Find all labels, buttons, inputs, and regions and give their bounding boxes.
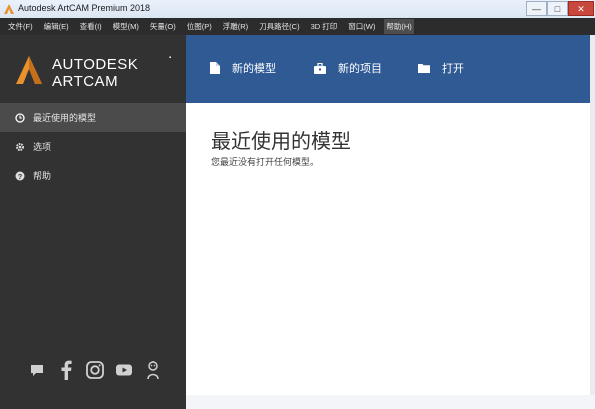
sidebar-item-label: 帮助 [33,171,52,181]
artcam-app-icon [4,4,14,14]
recent-models-panel: 最近使用的模型 您最近没有打开任何模型。 [186,103,595,409]
logo-text-artcam: ARTCAM [52,73,119,90]
open-label: 打开 [442,63,464,75]
svg-text:?: ? [18,174,22,181]
menu-bitmap[interactable]: 位图(P) [185,19,214,34]
forum-icon[interactable] [143,360,163,380]
window-right-border [590,35,595,409]
menu-3d-print[interactable]: 3D 打印 [309,19,340,34]
menu-edit[interactable]: 编辑(E) [42,19,71,34]
menu-toolpaths[interactable]: 刀具路径(C) [257,19,301,34]
new-file-icon [210,62,220,74]
open-button[interactable]: 打开 [418,60,464,76]
new-model-label: 新的模型 [232,63,276,75]
sidebar: AUTODESK ARTCAM ▪ 最近使用的模型 选项 ? 帮助 [0,35,186,409]
title-bar: Autodesk ArtCAM Premium 2018 — □ ✕ [0,0,595,19]
window-bottom-border [186,395,595,409]
briefcase-icon [314,62,326,74]
menu-help[interactable]: 帮助(H) [384,19,414,34]
new-project-button[interactable]: 新的项目 [314,60,382,76]
sidebar-item-label: 最近使用的模型 [33,113,97,123]
logo-trademark: ▪ [169,55,172,61]
clock-icon [15,112,25,123]
new-model-button[interactable]: 新的模型 [210,60,276,76]
new-project-label: 新的项目 [338,63,382,75]
menu-window[interactable]: 窗口(W) [346,19,377,34]
close-button[interactable]: ✕ [568,1,594,16]
social-links [27,360,172,380]
window-title: Autodesk ArtCAM Premium 2018 [18,3,151,13]
menu-file[interactable]: 文件(F) [6,19,35,34]
page-title: 最近使用的模型 [211,131,351,153]
autodesk-artcam-logo: AUTODESK ARTCAM ▪ [14,53,184,103]
menu-model[interactable]: 模型(M) [111,19,141,34]
facebook-icon[interactable] [56,360,76,380]
minimize-button[interactable]: — [526,1,547,16]
sidebar-item-help[interactable]: ? 帮助 [0,161,186,190]
maximize-button[interactable]: □ [547,1,568,16]
start-header-bar: 新的模型 新的项目 打开 [186,35,595,103]
menu-vector[interactable]: 矢量(O) [148,19,178,34]
app-window: Autodesk ArtCAM Premium 2018 — □ ✕ 文件(F)… [0,0,595,409]
logo-text-autodesk: AUTODESK [52,56,139,73]
gear-icon [15,142,25,152]
sidebar-item-options[interactable]: 选项 [0,132,186,161]
empty-state-message: 您最近没有打开任何模型。 [211,157,320,167]
sidebar-nav: 最近使用的模型 选项 ? 帮助 [0,103,186,190]
folder-icon [418,64,430,73]
chat-icon[interactable] [27,360,47,380]
instagram-icon[interactable] [85,360,105,380]
help-icon: ? [15,171,25,181]
artcam-logo-icon [16,56,42,84]
sidebar-item-label: 选项 [33,142,52,152]
menu-relief[interactable]: 浮雕(R) [221,19,250,34]
youtube-icon[interactable] [114,360,134,380]
menu-view[interactable]: 查看(I) [78,19,104,34]
sidebar-item-recent-models[interactable]: 最近使用的模型 [0,103,186,132]
menu-bar: 文件(F) 编辑(E) 查看(I) 模型(M) 矢量(O) 位图(P) 浮雕(R… [0,18,595,35]
